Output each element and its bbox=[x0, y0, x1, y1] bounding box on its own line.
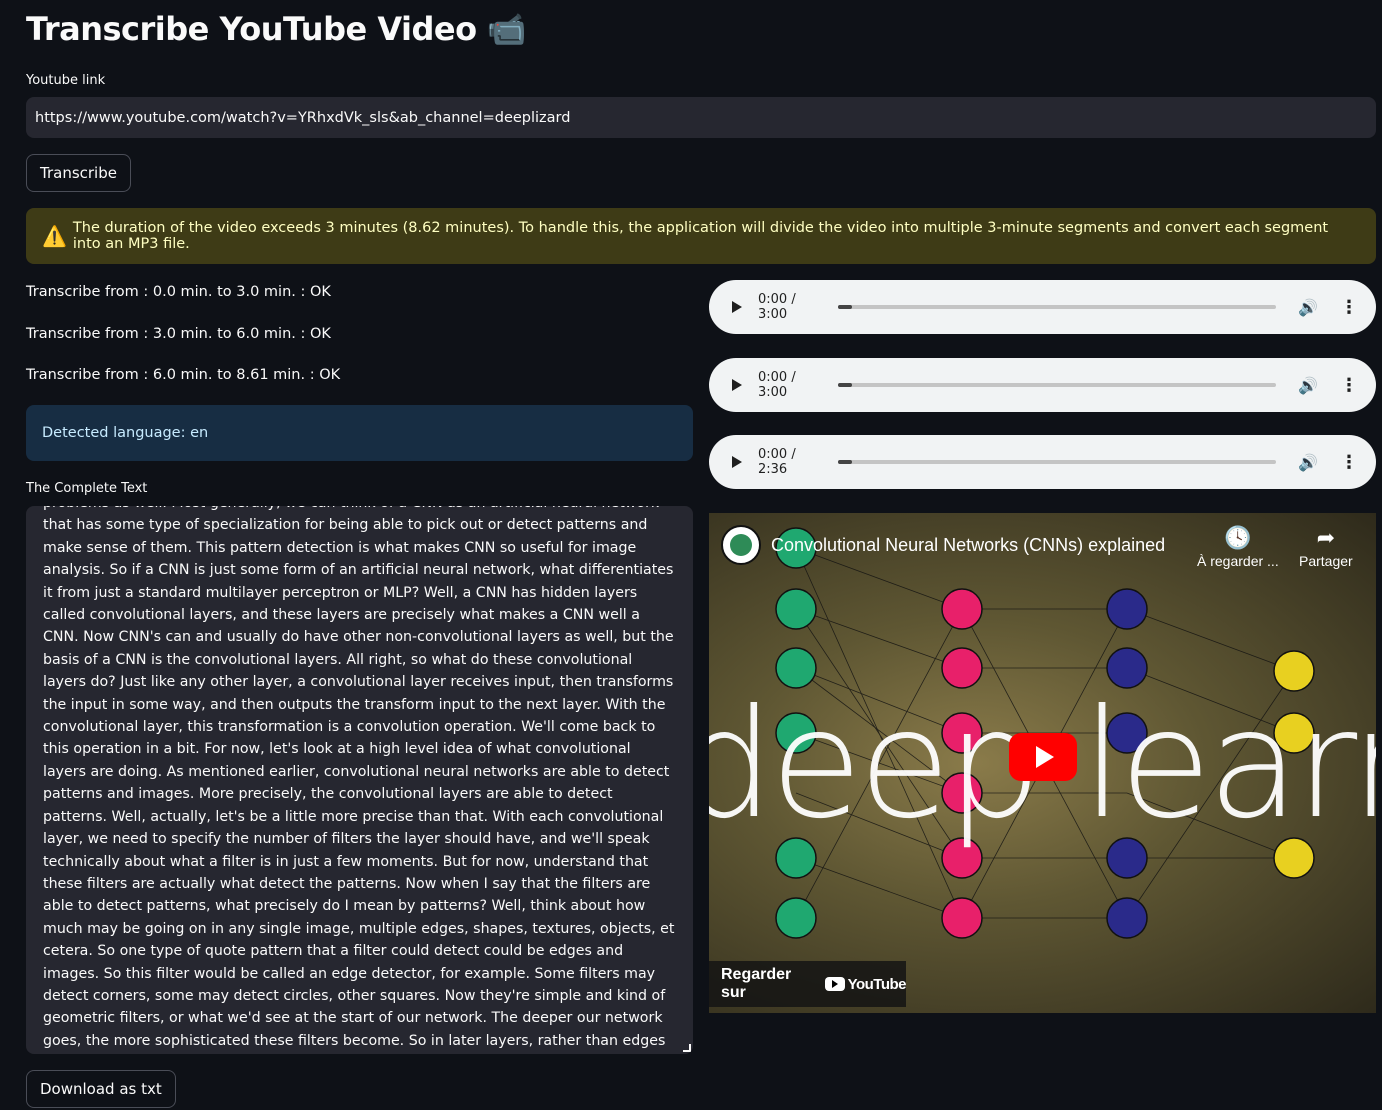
complete-text-label: The Complete Text bbox=[26, 481, 148, 496]
volume-icon[interactable]: 🔊 bbox=[1298, 453, 1318, 472]
share-button[interactable]: ➦ Partager bbox=[1299, 525, 1353, 569]
audio-player-3[interactable]: 0:00 / 2:36 🔊 ⋮ bbox=[709, 435, 1376, 489]
watch-on-youtube-button[interactable]: Regarder sur YouTube bbox=[709, 961, 907, 1007]
audio-seek-bar[interactable] bbox=[838, 383, 1277, 387]
audio-seek-bar[interactable] bbox=[838, 460, 1277, 464]
audio-seek-bar[interactable] bbox=[838, 305, 1277, 309]
youtube-embed[interactable]: deep learning Convolutional Neural Netwo… bbox=[709, 513, 1376, 1013]
complete-text-content: problems as well. Most generally, we can… bbox=[43, 506, 675, 1049]
youtube-logo-icon: YouTube bbox=[824, 975, 907, 993]
more-options-icon[interactable]: ⋮ bbox=[1340, 297, 1358, 318]
download-txt-button[interactable]: Download as txt bbox=[26, 1070, 176, 1108]
youtube-link-input[interactable] bbox=[26, 97, 1376, 138]
channel-avatar[interactable] bbox=[721, 525, 761, 565]
play-icon[interactable] bbox=[732, 301, 742, 313]
youtube-link-label: Youtube link bbox=[26, 73, 106, 88]
warning-icon: ⚠️ bbox=[42, 224, 67, 248]
more-options-icon[interactable]: ⋮ bbox=[1340, 375, 1358, 396]
share-icon: ➦ bbox=[1316, 525, 1336, 550]
audio-time: 0:00 / 3:00 bbox=[758, 370, 796, 400]
video-title[interactable]: Convolutional Neural Networks (CNNs) exp… bbox=[771, 535, 1165, 556]
play-icon[interactable] bbox=[732, 456, 742, 468]
more-options-icon[interactable]: ⋮ bbox=[1340, 452, 1358, 473]
clock-icon: 🕓 bbox=[1224, 525, 1252, 550]
video-camera-icon: 📹 bbox=[486, 10, 527, 48]
volume-icon[interactable]: 🔊 bbox=[1298, 298, 1318, 317]
page-title-text: Transcribe YouTube Video bbox=[26, 10, 477, 48]
youtube-play-button[interactable] bbox=[1009, 733, 1077, 781]
audio-player-1[interactable]: 0:00 / 3:00 🔊 ⋮ bbox=[709, 280, 1376, 334]
audio-player-2[interactable]: 0:00 / 3:00 🔊 ⋮ bbox=[709, 358, 1376, 412]
segment-status-3: Transcribe from : 6.0 min. to 8.61 min. … bbox=[26, 367, 341, 383]
detected-language-info: Detected language: en bbox=[26, 405, 693, 461]
audio-time: 0:00 / 3:00 bbox=[758, 292, 796, 322]
watch-on-label: Regarder sur bbox=[721, 966, 792, 1001]
watch-later-button[interactable]: 🕓 À regarder ... bbox=[1197, 525, 1279, 569]
transcribe-button[interactable]: Transcribe bbox=[26, 154, 131, 192]
volume-icon[interactable]: 🔊 bbox=[1298, 376, 1318, 395]
complete-text-area[interactable]: problems as well. Most generally, we can… bbox=[26, 506, 693, 1054]
segment-status-1: Transcribe from : 0.0 min. to 3.0 min. :… bbox=[26, 284, 331, 300]
detected-language-text: Detected language: en bbox=[42, 425, 209, 441]
duration-warning: ⚠️ The duration of the video exceeds 3 m… bbox=[26, 208, 1376, 264]
page-title: Transcribe YouTube Video 📹 bbox=[26, 10, 526, 48]
audio-time: 0:00 / 2:36 bbox=[758, 447, 796, 477]
share-label: Partager bbox=[1299, 553, 1353, 569]
warning-text: The duration of the video exceeds 3 minu… bbox=[72, 220, 1329, 252]
play-icon[interactable] bbox=[732, 379, 742, 391]
resize-handle-icon[interactable] bbox=[683, 1044, 691, 1052]
segment-status-2: Transcribe from : 3.0 min. to 6.0 min. :… bbox=[26, 326, 331, 342]
youtube-logo-text: YouTube bbox=[847, 975, 907, 993]
watch-later-label: À regarder ... bbox=[1197, 553, 1279, 569]
